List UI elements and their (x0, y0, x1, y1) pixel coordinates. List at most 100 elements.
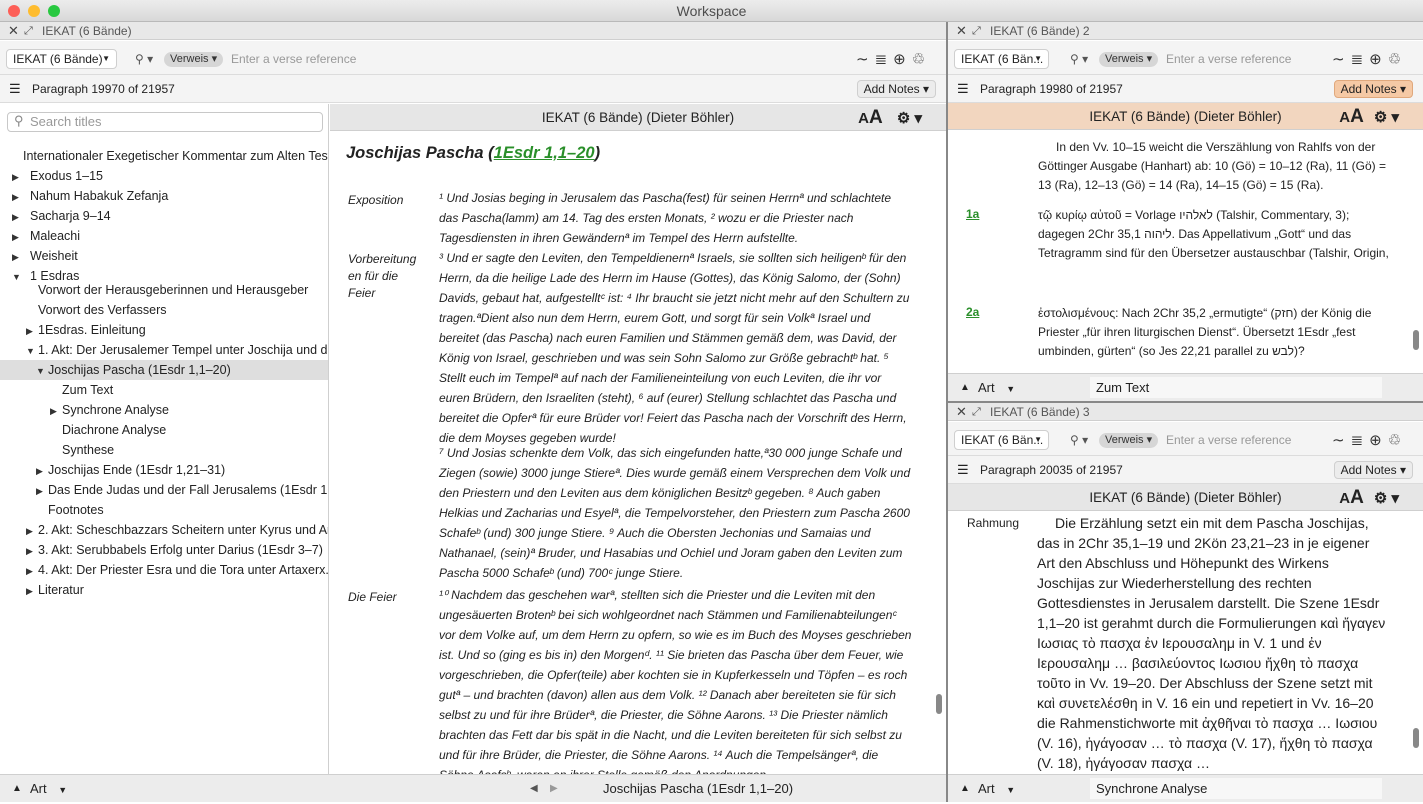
verse-reference-input[interactable]: Enter a verse reference (1166, 49, 1326, 69)
toc-list-icon[interactable]: ☰ (957, 456, 969, 484)
add-notes-button[interactable]: Add Notes ▾ (856, 80, 936, 98)
disclosure-collapsed-icon[interactable]: ▶ (12, 167, 24, 186)
search-scope-icon[interactable]: ⚲ ▾ (1070, 430, 1088, 450)
disclosure-collapsed-icon[interactable]: ▶ (12, 247, 24, 266)
note-label-2a[interactable]: 2a (966, 305, 979, 319)
toc-item[interactable]: ▶ 2. Akt: Scheschbazzars Scheitern unter … (0, 520, 328, 540)
timeline-icon[interactable]: ∼ (856, 50, 869, 68)
disclosure-collapsed-icon[interactable]: ▶ (12, 187, 24, 206)
font-size-icon[interactable]: AA (858, 107, 883, 128)
font-size-icon[interactable]: AA (1339, 487, 1364, 508)
close-window-button[interactable] (8, 5, 20, 17)
close-pane-icon[interactable]: ✕ (956, 403, 967, 421)
up-arrow-icon[interactable]: ▲ (960, 775, 970, 802)
share-icon[interactable]: ♲ (1388, 50, 1401, 68)
gear-icon[interactable]: ⚙ ▾ (1374, 490, 1399, 507)
add-notes-button[interactable]: Add Notes ▾ (1333, 80, 1413, 98)
toc-item[interactable]: Zum Text (0, 380, 328, 400)
add-icon[interactable]: ⊕ (1369, 431, 1382, 449)
title-ref-link[interactable]: 1Esdr 1,1–20 (494, 144, 595, 162)
verse-reference-input[interactable]: Enter a verse reference (1166, 430, 1326, 450)
toc-item[interactable]: Vorwort der Herausgeberinnen und Herausg… (0, 280, 328, 300)
disclosure-collapsed-icon[interactable]: ▶ (26, 541, 38, 560)
disclosure-collapsed-icon[interactable]: ▶ (26, 581, 38, 600)
toc-item[interactable]: ▶ Das Ende Judas und der Fall Jerusalems … (0, 480, 328, 500)
toc-item[interactable]: ▶ 3. Akt: Serubbabels Erfolg unter Darius… (0, 540, 328, 560)
pane-3-scrollbar[interactable] (1413, 728, 1419, 748)
search-scope-icon[interactable]: ⚲ ▾ (1070, 49, 1088, 69)
expand-pane-icon[interactable]: ⤢ (972, 403, 981, 421)
toc-item[interactable]: Vorwort des Verfassers (0, 300, 328, 320)
verweis-dropdown[interactable]: Verweis ▾ (1099, 52, 1159, 67)
toc-item[interactable]: ▶ Maleachi (0, 226, 328, 246)
up-arrow-icon[interactable]: ▲ (960, 374, 970, 401)
search-titles-input[interactable]: ⚲ Search titles (7, 112, 323, 132)
toc-item[interactable]: ▶ Literatur (0, 580, 328, 600)
expand-pane-icon[interactable]: ⤢ (972, 22, 981, 40)
close-pane-icon[interactable]: ✕ (956, 22, 967, 40)
disclosure-expanded-icon[interactable]: ▼ (26, 341, 38, 360)
section-field[interactable]: Synchrone Analyse (1090, 778, 1382, 799)
toc-item[interactable]: ▶ Exodus 1–15 (0, 166, 328, 186)
toc-item[interactable]: ▼ Joschijas Pascha (1Esdr 1,1–20) (0, 360, 328, 380)
title-suffix: ) (594, 144, 601, 162)
disclosure-collapsed-icon[interactable]: ▶ (50, 401, 62, 420)
add-icon[interactable]: ⊕ (1369, 50, 1382, 68)
verse-reference-input[interactable]: Enter a verse reference (231, 49, 831, 69)
verweis-dropdown[interactable]: Verweis ▾ (1099, 433, 1159, 448)
document-scrollbar[interactable] (936, 694, 942, 714)
toc-item[interactable]: Footnotes (0, 500, 328, 520)
prev-arrow-icon[interactable]: ◀ (530, 775, 538, 803)
toc-item[interactable]: ▶ Nahum Habakuk Zefanja (0, 186, 328, 206)
art-dropdown[interactable]: Art ▼ (978, 775, 1015, 802)
disclosure-collapsed-icon[interactable]: ▶ (36, 461, 48, 480)
list-icon[interactable]: ≣ (875, 50, 888, 68)
toc-item[interactable]: ▶ Synchrone Analyse (0, 400, 328, 420)
next-arrow-icon[interactable]: ▶ (550, 775, 558, 803)
toc-list-icon[interactable]: ☰ (957, 75, 969, 103)
disclosure-collapsed-icon[interactable]: ▶ (36, 481, 48, 500)
close-pane-icon[interactable]: ✕ (8, 22, 19, 40)
disclosure-collapsed-icon[interactable]: ▶ (26, 521, 38, 540)
expand-pane-icon[interactable]: ⤢ (24, 22, 33, 40)
toc-item[interactable]: ▼ 1. Akt: Der Jerusalemer Tempel unter Jo… (0, 340, 328, 360)
toc-item[interactable]: ▶ Joschijas Ende (1Esdr 1,21–31) (0, 460, 328, 480)
toc-item[interactable]: Synthese (0, 440, 328, 460)
add-notes-button[interactable]: Add Notes ▾ (1333, 461, 1413, 479)
disclosure-collapsed-icon[interactable]: ▶ (12, 227, 24, 246)
disclosure-collapsed-icon[interactable]: ▶ (26, 561, 38, 580)
module-select[interactable]: IEKAT (6 Bände) ▼ (6, 49, 117, 69)
toc-list-icon[interactable]: ☰ (9, 75, 21, 103)
share-icon[interactable]: ♲ (912, 50, 925, 68)
note-label-1a[interactable]: 1a (966, 207, 979, 221)
toc-item[interactable]: ▶ 4. Akt: Der Priester Esra und die Tora … (0, 560, 328, 580)
pane-2-scrollbar[interactable] (1413, 330, 1419, 350)
timeline-icon[interactable]: ∼ (1332, 50, 1345, 68)
minimize-window-button[interactable] (28, 5, 40, 17)
toc-item[interactable]: Diachrone Analyse (0, 420, 328, 440)
share-icon[interactable]: ♲ (1388, 431, 1401, 449)
up-arrow-icon[interactable]: ▲ (12, 775, 22, 803)
art-dropdown[interactable]: Art ▼ (30, 775, 67, 804)
font-size-icon[interactable]: AA (1339, 106, 1364, 127)
zoom-window-button[interactable] (48, 5, 60, 17)
section-field[interactable]: Zum Text (1090, 377, 1382, 398)
art-dropdown[interactable]: Art ▼ (978, 374, 1015, 401)
list-icon[interactable]: ≣ (1351, 50, 1364, 68)
disclosure-expanded-icon[interactable]: ▼ (36, 361, 48, 380)
timeline-icon[interactable]: ∼ (1332, 431, 1345, 449)
toc-item[interactable]: Internationaler Exegetischer Kommentar z… (0, 146, 328, 166)
module-select[interactable]: IEKAT (6 Bän... ▼ (954, 430, 1049, 450)
search-scope-icon[interactable]: ⚲ ▾ (135, 49, 153, 69)
disclosure-collapsed-icon[interactable]: ▶ (12, 207, 24, 226)
module-select[interactable]: IEKAT (6 Bän... ▼ (954, 49, 1049, 69)
list-icon[interactable]: ≣ (1351, 431, 1364, 449)
gear-icon[interactable]: ⚙ ▾ (1374, 109, 1399, 126)
verweis-dropdown[interactable]: Verweis ▾ (164, 52, 224, 67)
add-icon[interactable]: ⊕ (893, 50, 906, 68)
disclosure-collapsed-icon[interactable]: ▶ (26, 321, 38, 340)
toc-item[interactable]: ▶ Sacharja 9–14 (0, 206, 328, 226)
gear-icon[interactable]: ⚙ ▾ (897, 110, 922, 127)
toc-item[interactable]: ▶ 1Esdras. Einleitung (0, 320, 328, 340)
toc-item[interactable]: ▶ Weisheit (0, 246, 328, 266)
